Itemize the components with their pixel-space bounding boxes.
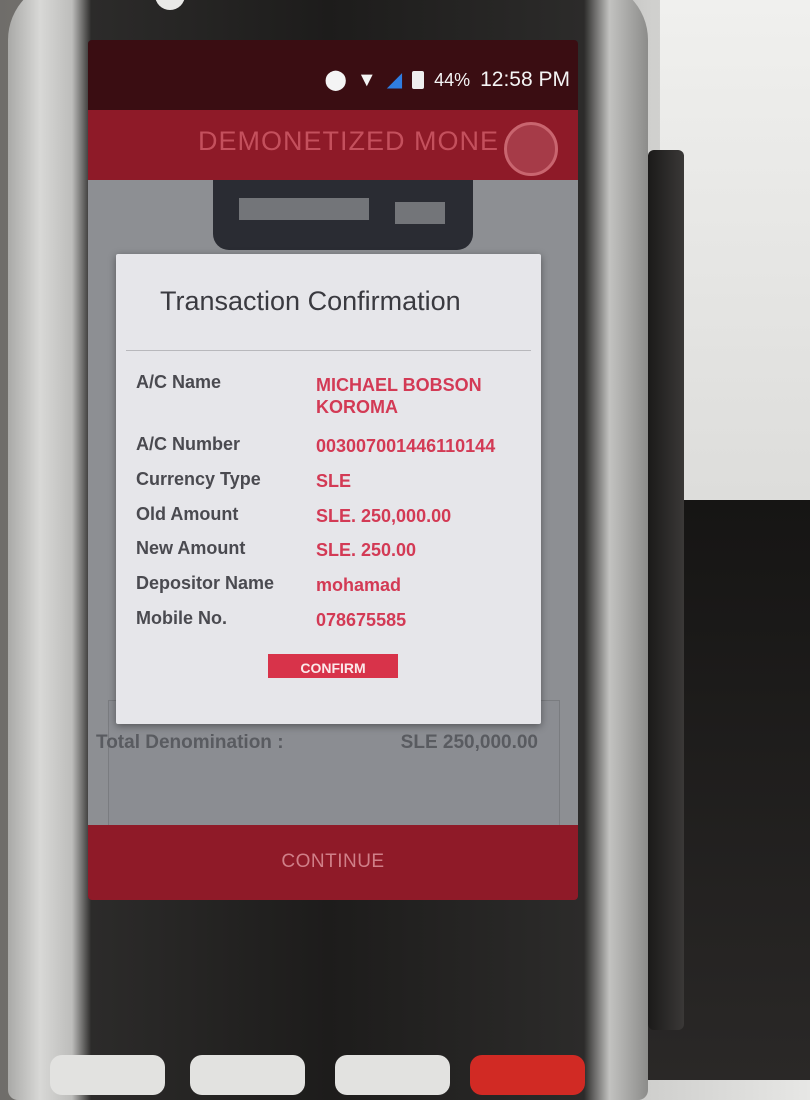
device-screen: ⬤ ▼ ◢ 44% 12:58 PM DEMONETIZED MONE Tota… [88,40,578,900]
confirm-button[interactable]: CONFIRM [268,654,398,678]
field-value: mohamad [316,575,402,595]
cancel-key[interactable] [470,1055,585,1095]
field-value: SLE. 250,000.00 [316,506,452,526]
battery-icon [412,71,425,89]
field-value: SLE [316,471,352,491]
field-value: MICHAEL BOBSON KOROMA [316,375,482,417]
field-label: A/C Number [136,434,241,454]
divider [126,350,531,351]
hardware-key[interactable] [335,1055,450,1095]
field-label: A/C Name [136,372,222,392]
clock: 12:58 PM [480,68,570,91]
hardware-key[interactable] [190,1055,305,1095]
continue-button[interactable]: CONTINUE [88,825,578,900]
camera-lens [155,0,185,10]
location-icon: ⬤ [324,69,347,91]
card-reader-graphic [213,180,473,250]
battery-percent: 44% [434,69,471,90]
total-denomination-value: SLE 250,000.00 [400,732,538,753]
continue-label: CONTINUE [281,851,385,872]
field-value: SLE. 250.00 [316,540,417,560]
status-bar: ⬤ ▼ ◢ 44% 12:58 PM [88,40,578,110]
signal-icon: ◢ [386,69,403,91]
field-label: Depositor Name [136,573,275,593]
transaction-confirmation-dialog: Transaction Confirmation A/C Name MICHAE… [116,254,541,724]
field-label: Currency Type [136,469,261,489]
field-label: Old Amount [136,504,239,524]
field-value: 003007001446110144 [316,436,496,456]
field-label: Mobile No. [136,608,227,628]
total-denomination-label: Total Denomination : [96,732,284,753]
app-header: DEMONETIZED MONE [88,110,578,180]
wifi-icon: ▼ [356,69,377,91]
dialog-title: Transaction Confirmation [160,286,461,316]
field-value: 078675585 [316,610,407,630]
field-label: New Amount [136,538,246,558]
app-title: DEMONETIZED MONE [198,126,500,156]
hardware-key[interactable] [50,1055,165,1095]
pos-device: ⬤ ▼ ◢ 44% 12:58 PM DEMONETIZED MONE Tota… [8,0,648,1100]
hardware-keypad [40,1055,600,1095]
device-side-flap [648,150,684,1030]
crest-icon [504,122,558,176]
